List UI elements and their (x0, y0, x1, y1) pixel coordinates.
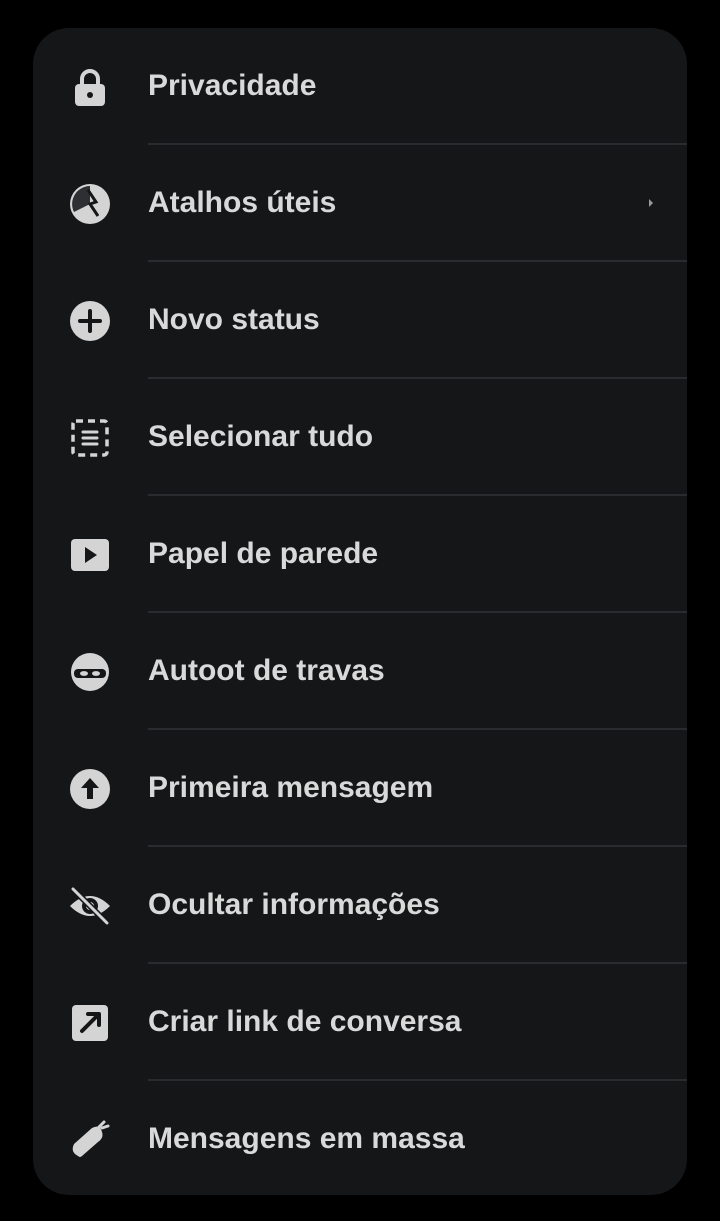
menu-item-criar-link-de-conversa[interactable]: Criar link de conversa (33, 964, 687, 1081)
menu-item-primeira-mensagem[interactable]: Primeira mensagem (33, 730, 687, 847)
eye-off-icon (68, 884, 112, 928)
menu-item-autoot-de-travas[interactable]: Autoot de travas (33, 613, 687, 730)
menu-item-label: Novo status (148, 303, 320, 336)
menu-item-label: Mensagens em massa (148, 1122, 465, 1155)
menu-item-label: Atalhos úteis (148, 186, 337, 219)
menu-item-label: Autoot de travas (148, 654, 385, 687)
shortcuts-icon (68, 182, 112, 226)
menu-item-label: Papel de parede (148, 537, 379, 570)
chevron-right-icon (643, 195, 659, 211)
menu-item-privacidade[interactable]: Privacidade (33, 28, 687, 145)
external-link-icon (68, 1001, 112, 1045)
play-icon (68, 533, 112, 577)
menu-item-label: Criar link de conversa (148, 1005, 462, 1038)
arrow-up-circle-icon (68, 767, 112, 811)
select-all-icon (68, 416, 112, 460)
menu-item-mensagens-em-massa[interactable]: Mensagens em massa (33, 1081, 687, 1195)
menu-item-ocultar-informacoes[interactable]: Ocultar informações (33, 847, 687, 964)
ninja-icon (68, 650, 112, 694)
options-menu: Privacidade Atalhos úteis Novo status Se… (33, 28, 687, 1195)
bomb-icon (68, 1118, 112, 1162)
menu-item-papel-de-parede[interactable]: Papel de parede (33, 496, 687, 613)
menu-item-label: Ocultar informações (148, 888, 440, 921)
add-circle-icon (68, 299, 112, 343)
menu-item-selecionar-tudo[interactable]: Selecionar tudo (33, 379, 687, 496)
menu-item-label: Selecionar tudo (148, 420, 374, 453)
menu-item-label: Privacidade (148, 69, 317, 102)
lock-icon (68, 65, 112, 109)
menu-item-atalhos-uteis[interactable]: Atalhos úteis (33, 145, 687, 262)
menu-item-label: Primeira mensagem (148, 771, 434, 804)
menu-item-novo-status[interactable]: Novo status (33, 262, 687, 379)
